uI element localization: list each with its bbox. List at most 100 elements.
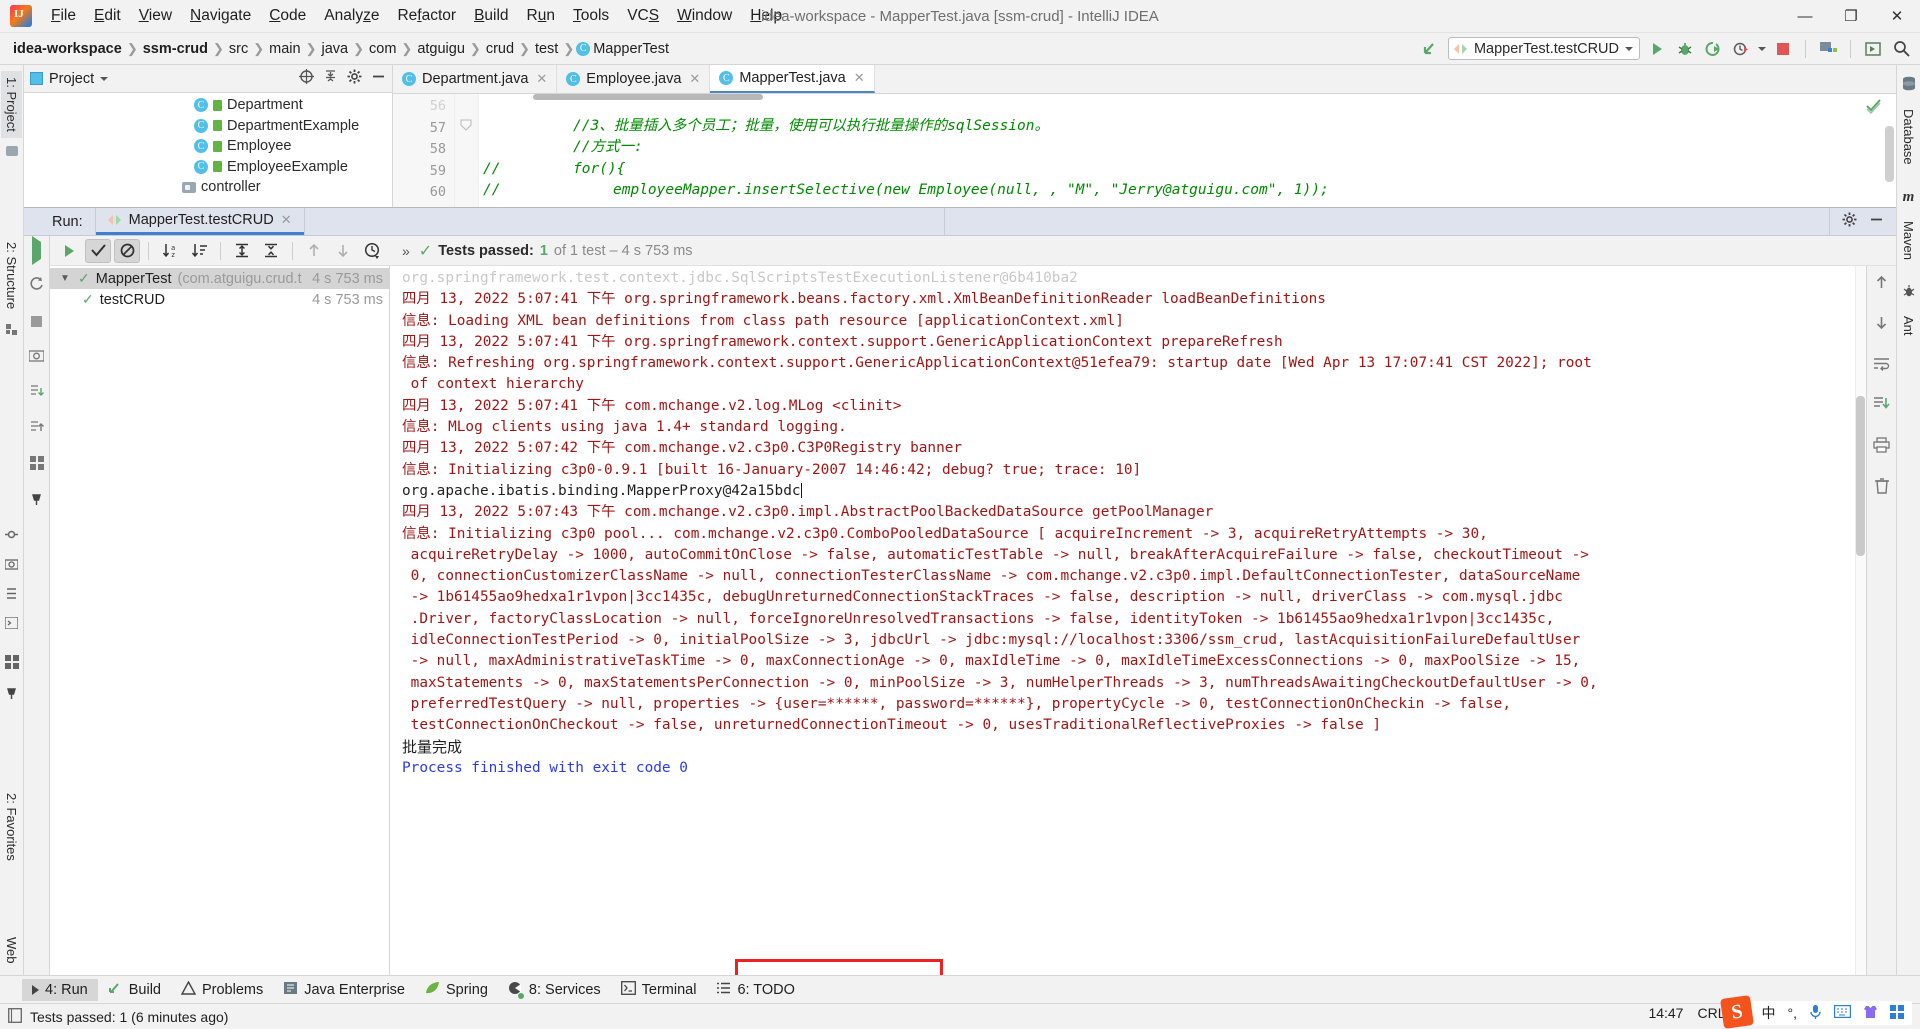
bottom-tab-spring[interactable]: Spring — [415, 978, 498, 1002]
close-icon[interactable]: ✕ — [281, 212, 292, 228]
next-failed-test-button[interactable] — [330, 239, 356, 263]
tray-apps-icon[interactable] — [1890, 1004, 1904, 1022]
sogou-ime-icon[interactable]: S — [1719, 995, 1754, 1029]
project-tree[interactable]: C Department C DepartmentExample C Emplo… — [24, 93, 392, 207]
scroll-down-icon[interactable] — [1874, 315, 1889, 336]
editor-horizontal-scrollbar[interactable] — [533, 94, 763, 100]
menu-refactor[interactable]: Refactor — [388, 4, 465, 28]
breadcrumb-2[interactable]: src — [226, 41, 251, 57]
profile-button[interactable] — [1730, 38, 1752, 60]
toolbar-overflow-icon[interactable]: » — [402, 243, 410, 259]
menu-build[interactable]: Build — [465, 4, 517, 28]
bottom-tab-build[interactable]: Build — [98, 977, 171, 1002]
import-icon[interactable] — [29, 420, 44, 439]
bottom-tab-services[interactable]: 8: Services — [498, 978, 611, 1002]
back-arrow-icon[interactable] — [1420, 38, 1442, 60]
breadcrumb-8[interactable]: test — [532, 41, 561, 57]
stop-button[interactable] — [1772, 38, 1794, 60]
tree-item-departmentexample[interactable]: C DepartmentExample — [24, 116, 392, 137]
menu-navigate[interactable]: Navigate — [181, 4, 260, 28]
rerun-tests-button[interactable] — [56, 239, 82, 263]
close-icon[interactable]: ✕ — [536, 71, 547, 87]
prev-failed-test-button[interactable] — [301, 239, 327, 263]
project-structure-icon[interactable] — [1817, 38, 1839, 60]
run-configuration-selector[interactable]: MapperTest.testCRUD — [1447, 37, 1640, 60]
collapse-all-button[interactable] — [258, 239, 284, 263]
bottom-tab-problems[interactable]: Problems — [171, 978, 273, 1002]
screenshot-icon[interactable] — [4, 558, 19, 573]
console-scrollbar-thumb[interactable] — [1856, 396, 1865, 556]
close-icon[interactable]: ✕ — [689, 71, 700, 87]
tab-department-java[interactable]: C Department.java ✕ — [393, 65, 558, 93]
editor-vertical-scrollbar[interactable] — [1885, 126, 1894, 182]
rerun-failed-icon[interactable] — [29, 277, 44, 297]
select-opened-file-icon[interactable] — [1862, 38, 1884, 60]
expand-all-button[interactable] — [229, 239, 255, 263]
code-folding-gutter[interactable] — [455, 94, 479, 207]
menu-vcs[interactable]: VCS — [618, 4, 668, 28]
breadcrumb-9[interactable]: MapperTest — [590, 41, 672, 57]
breadcrumb-3[interactable]: main — [266, 41, 303, 57]
gear-icon[interactable] — [1842, 212, 1857, 232]
tree-item-controller[interactable]: controller — [24, 177, 392, 198]
pin-icon[interactable] — [5, 686, 18, 703]
soft-wrap-icon[interactable] — [1873, 356, 1890, 376]
sidebar-item-database[interactable]: Database — [1898, 103, 1919, 171]
minimize-button[interactable]: — — [1782, 0, 1828, 32]
debug-button[interactable] — [1674, 38, 1696, 60]
sidebar-item-favorites[interactable]: 2: Favorites — [1, 787, 22, 867]
status-message-icon[interactable] — [8, 1007, 22, 1026]
tab-employee-java[interactable]: C Employee.java ✕ — [557, 65, 711, 93]
profile-chevron-icon[interactable] — [1758, 46, 1766, 51]
scroll-from-source-icon[interactable] — [299, 68, 314, 89]
menu-tools[interactable]: Tools — [564, 4, 618, 28]
sidebar-item-structure[interactable]: 2: Structure — [1, 236, 22, 315]
terminal-side-icon[interactable] — [4, 616, 19, 632]
tab-mappertest-java[interactable]: C MapperTest.java ✕ — [710, 65, 875, 93]
sidebar-item-maven[interactable]: Maven — [1898, 215, 1919, 266]
bottom-tab-todo[interactable]: 6: TODO — [706, 978, 804, 1002]
stop-icon[interactable] — [31, 314, 42, 332]
gear-icon[interactable] — [347, 69, 362, 89]
chevron-down-icon[interactable] — [1625, 46, 1633, 51]
test-history-button[interactable] — [359, 239, 385, 263]
keyboard-icon[interactable] — [1834, 1005, 1852, 1021]
delete-icon[interactable] — [1874, 478, 1890, 499]
rerun-icon[interactable] — [32, 236, 41, 265]
bottom-tab-terminal[interactable]: Terminal — [611, 978, 707, 1002]
sidebar-item-project[interactable]: 1: Project — [1, 71, 22, 138]
console-output[interactable]: org.springframework.test.context.jdbc.Sq… — [390, 266, 1866, 975]
tree-item-department[interactable]: C Department — [24, 95, 392, 116]
menu-view[interactable]: View — [130, 4, 181, 28]
search-icon[interactable] — [1890, 38, 1912, 60]
sort-alphabetically-button[interactable]: az — [157, 239, 183, 263]
console-scrollbar-rail[interactable] — [1855, 266, 1866, 975]
grid-icon[interactable] — [4, 655, 19, 672]
breadcrumb-0[interactable]: idea-workspace — [10, 41, 125, 57]
hide-panel-icon[interactable] — [371, 69, 386, 89]
show-ignored-toggle[interactable] — [114, 238, 140, 263]
maximize-button[interactable]: ❐ — [1828, 0, 1874, 32]
menu-window[interactable]: Window — [668, 4, 741, 28]
bottom-tab-java-enterprise[interactable]: Java Enterprise — [273, 978, 415, 1002]
hide-panel-icon[interactable] — [1869, 212, 1884, 232]
screenshot-icon[interactable] — [28, 349, 45, 367]
breadcrumb-4[interactable]: java — [319, 41, 352, 57]
code-editor[interactable]: 56 57 58 59 60 // // //3、批量插入多个员工；批量，使用可… — [393, 94, 1896, 207]
tree-item-employeeexample[interactable]: C EmployeeExample — [24, 157, 392, 178]
menu-run[interactable]: Run — [518, 4, 564, 28]
test-tree-row-mappertest[interactable]: ▼ ✓ MapperTest (com.atguigu.crud.t 4 s 7… — [50, 268, 389, 289]
breadcrumb-5[interactable]: com — [366, 41, 399, 57]
tree-item-employee[interactable]: C Employee — [24, 136, 392, 157]
print-icon[interactable] — [1873, 437, 1890, 458]
close-icon[interactable]: ✕ — [854, 70, 865, 86]
menu-file[interactable]: File — [42, 4, 85, 28]
menu-code[interactable]: Code — [260, 4, 315, 28]
show-passed-toggle[interactable] — [85, 238, 111, 263]
export-icon[interactable] — [29, 384, 44, 403]
download-icon[interactable] — [1873, 396, 1890, 417]
breadcrumb-1[interactable]: ssm-crud — [140, 41, 211, 57]
menu-edit[interactable]: Edit — [85, 4, 130, 28]
pin-icon[interactable] — [30, 492, 43, 511]
run-with-coverage-button[interactable] — [1702, 38, 1724, 60]
